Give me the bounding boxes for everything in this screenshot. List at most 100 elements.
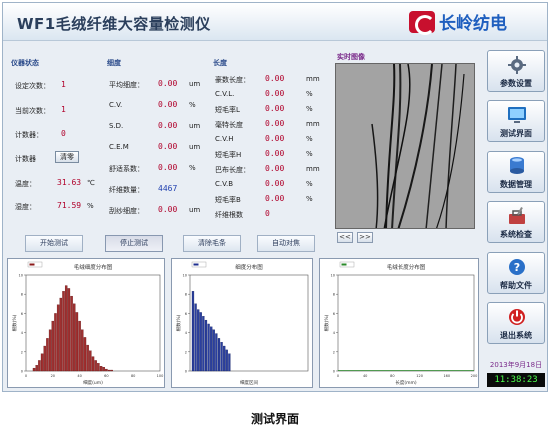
header-bar: WF1毛绒纤维大容量检测仪 长岭纺电 (3, 3, 547, 41)
interval-bar (220, 342, 223, 372)
clear-counter-button[interactable]: 清零 (55, 151, 79, 163)
next-image-button[interactable]: >> (357, 232, 373, 243)
histogram-bar (67, 288, 71, 372)
x-tick-label: 40 (363, 374, 367, 378)
fineness-unit-3: um (189, 143, 201, 151)
current-count-label: 当前次数： (15, 107, 50, 115)
brand-logo: 长岭纺电 (409, 9, 507, 35)
set-count-value: 1 (61, 80, 66, 89)
interval-bar (217, 338, 221, 372)
histogram-bar (46, 338, 49, 372)
interval-bar (228, 353, 231, 372)
interval-bar (199, 312, 202, 372)
y-axis-label: 根数(%) (175, 314, 182, 331)
fineness-unit-1: % (189, 101, 196, 109)
y-tick-label: 0 (333, 370, 335, 374)
histogram-bar (59, 297, 63, 372)
fineness-label-4: 舒适系数： (109, 165, 144, 173)
fineness-histogram-svg: 毛绒细度分布图细度(um)根数(%)02468100 20 40 60 80 100 (11, 261, 164, 386)
y-tick-label: 10 (19, 274, 23, 278)
plot-area (337, 274, 475, 372)
fineness-bar-svg: 细度分布图细度区间 根数(%) 0 2 4 6 8 10 (175, 261, 309, 386)
start-test-button[interactable]: 开始测试 (25, 235, 83, 252)
length-value-3: 0.00 (265, 119, 285, 128)
length-value-7: 0.00 (265, 179, 285, 188)
length-value-8: 0.00 (265, 194, 285, 203)
live-image-title: 实时图像 (337, 53, 365, 61)
histogram-bar (91, 356, 95, 372)
interval-bar (194, 303, 197, 372)
histogram-bar (86, 344, 89, 372)
test-screen-button[interactable]: 测试界面 (487, 100, 545, 142)
length-section-title: 长度 (213, 59, 227, 67)
length-value-6: 0.00 (265, 164, 285, 173)
length-unit-4: % (306, 135, 313, 143)
length-distribution-chart: 毛绒长度分布图 长度(mm) 根数(%) 0 2 4 6 8 10 0 40 80 120 160 200 (319, 258, 479, 388)
histogram-bar (35, 365, 38, 372)
fineness-label-1: C.V. (109, 101, 123, 109)
fineness-value-3: 0.00 (158, 142, 178, 151)
y-tick-label: 0 (185, 370, 187, 374)
stop-test-button[interactable]: 停止测试 (105, 235, 163, 252)
length-value-2: 0.00 (265, 104, 285, 113)
legend-swatch (341, 263, 347, 266)
fineness-value-0: 0.00 (158, 79, 178, 88)
x-tick-label: 40 (77, 374, 81, 378)
power-icon (509, 309, 525, 325)
histogram-bar (54, 313, 57, 372)
humidity-label: 湿度： (15, 203, 36, 211)
system-check-button[interactable]: 系统检查 (487, 201, 545, 243)
counter-reset-label: 计数器 (15, 155, 36, 163)
exit-system-button[interactable]: 退出系统 (487, 302, 545, 344)
x-tick-label: 80 (131, 374, 135, 378)
interval-bar (215, 333, 218, 372)
histogram-bar (89, 350, 92, 372)
length-value-9: 0 (265, 209, 270, 218)
y-tick-label: 0 (21, 370, 23, 374)
brand-logo-icon (409, 10, 435, 35)
length-label-7: C.V.B (215, 180, 234, 188)
y-tick-label: 10 (331, 274, 335, 278)
param-settings-button[interactable]: 参数设置 (487, 50, 545, 92)
histogram-bar (78, 320, 81, 372)
length-value-0: 0.00 (265, 74, 285, 83)
y-tick-label: 6 (333, 312, 335, 316)
fineness-label-0: 平均细度： (109, 81, 144, 89)
help-file-button[interactable]: ? 帮助文件 (487, 252, 545, 294)
prev-image-button[interactable]: << (337, 232, 353, 243)
histogram-bar (75, 312, 79, 372)
data-management-button[interactable]: 数据管理 (487, 151, 545, 193)
histogram-bar (38, 360, 41, 372)
histogram-bar (83, 337, 87, 372)
x-axis-label: 细度(um) (83, 379, 103, 386)
chart-title: 毛绒长度分布图 (387, 263, 426, 271)
fineness-unit-6: um (189, 206, 201, 214)
legend-swatch (193, 263, 199, 266)
histogram-bar (62, 291, 65, 372)
x-tick-label: 100 (157, 374, 164, 378)
exit-system-label: 退出系统 (500, 331, 532, 340)
length-label-4: C.V.H (215, 135, 234, 143)
help-file-label: 帮助文件 (500, 281, 532, 290)
auto-focus-button[interactable]: 自动对焦 (257, 235, 315, 252)
temperature-label: 温度： (15, 180, 36, 188)
fineness-value-6: 0.00 (158, 205, 178, 214)
length-unit-1: % (306, 90, 313, 98)
length-label-2: 短毛率L (215, 106, 240, 114)
x-axis-label: 长度(mm) (395, 379, 417, 386)
histogram-bar (43, 345, 46, 372)
interval-bar (223, 345, 226, 372)
system-check-label: 系统检查 (500, 230, 532, 239)
histogram-bar (48, 329, 52, 372)
y-tick-label: 4 (185, 331, 188, 335)
fineness-label-3: C.E.M (109, 143, 129, 151)
length-unit-2: % (306, 105, 313, 113)
clear-sliver-button[interactable]: 清除毛条 (183, 235, 241, 252)
histogram-bar (73, 303, 76, 372)
interval-bar (225, 349, 228, 372)
interval-bar (191, 291, 195, 372)
interval-bar (197, 309, 200, 372)
chart-title: 细度分布图 (235, 263, 263, 271)
status-section-title: 仪器状态 (11, 59, 39, 67)
length-unit-6: mm (306, 165, 320, 173)
